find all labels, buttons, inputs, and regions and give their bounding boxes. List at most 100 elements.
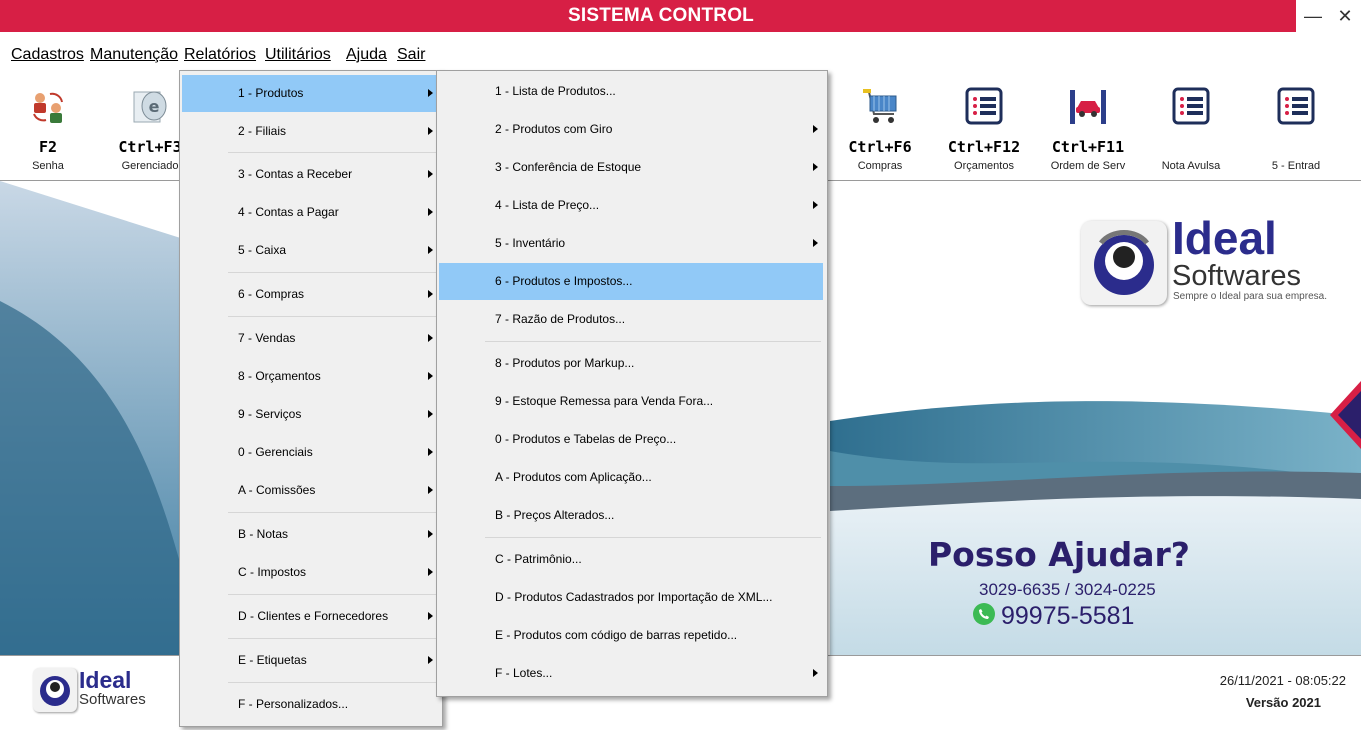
ideal-eye-icon [1094, 230, 1154, 295]
submenu-arrow-icon [813, 163, 818, 171]
menu-item-label: 6 - Produtos e Impostos... [495, 274, 633, 288]
contact-phones: 3029-6635 / 3024-0225 [979, 580, 1156, 599]
menu-item-caixa[interactable]: 5 - Caixa [182, 232, 438, 269]
submenu-arrow-icon [428, 208, 433, 216]
submenu-item-codigo-barras-repetido[interactable]: E - Produtos com código de barras repeti… [439, 617, 823, 654]
list-document-icon [965, 87, 1003, 125]
menu-item-gerenciais[interactable]: 0 - Gerenciais [182, 434, 438, 471]
menu-item-label: A - Produtos com Aplicação... [495, 470, 652, 484]
close-button[interactable]: ✕ [1329, 0, 1361, 32]
menu-item-etiquetas[interactable]: E - Etiquetas [182, 642, 438, 679]
menu-item-clientes-fornecedores[interactable]: D - Clientes e Fornecedores [182, 598, 438, 635]
ideal-eye-icon [40, 676, 70, 706]
menu-utilitarios[interactable]: Utilitários [265, 46, 331, 64]
submenu-item-produtos-aplicacao[interactable]: A - Produtos com Aplicação... [439, 459, 823, 496]
submenu-item-razao-produtos[interactable]: 7 - Razão de Produtos... [439, 301, 823, 338]
menu-relatorios[interactable]: Relatórios [184, 46, 256, 64]
help-headline: Posso Ajudar? [928, 535, 1190, 574]
submenu-item-conferencia-estoque[interactable]: 3 - Conferência de Estoque [439, 149, 823, 186]
menu-item-label: 8 - Produtos por Markup... [495, 356, 635, 370]
ideal-logo-emblem [1081, 221, 1167, 305]
menu-separator [228, 272, 436, 273]
menu-item-label: 9 - Serviços [238, 407, 302, 421]
menu-separator [485, 537, 821, 538]
menu-item-filiais[interactable]: 2 - Filiais [182, 113, 438, 150]
submenu-item-precos-alterados[interactable]: B - Preços Alterados... [439, 497, 823, 534]
submenu-arrow-icon [813, 239, 818, 247]
submenu-item-produtos-importacao-xml[interactable]: D - Produtos Cadastrados por Importação … [439, 579, 823, 616]
submenu-arrow-icon [428, 486, 433, 494]
submenu-arrow-icon [813, 669, 818, 677]
menu-label: Utilitários [265, 46, 331, 63]
submenu-arrow-icon [428, 170, 433, 178]
menu-manutencao[interactable]: Manutenção [90, 46, 178, 64]
menu-item-label: 3 - Conferência de Estoque [495, 160, 642, 174]
menu-label: Manutenção [90, 46, 179, 63]
menu-item-label: 5 - Caixa [238, 243, 287, 257]
menu-label: Relatórios [184, 46, 257, 63]
footer-brand-softwares: Softwares [79, 691, 146, 708]
menu-item-label: 1 - Lista de Produtos... [495, 84, 616, 98]
menu-item-orcamentos[interactable]: 8 - Orçamentos [182, 358, 438, 395]
svg-text:e: e [149, 97, 160, 116]
toolbar-entrada-label: 5 - Entrad [1271, 160, 1321, 172]
submenu-item-lista-preco[interactable]: 4 - Lista de Preço... [439, 187, 823, 224]
submenu-item-patrimonio[interactable]: C - Patrimônio... [439, 541, 823, 578]
menu-item-label: 4 - Lista de Preço... [495, 198, 600, 212]
footer-datetime: 26/11/2021 - 08:05:22 [1219, 673, 1346, 688]
submenu-item-produtos-tabelas-preco[interactable]: 0 - Produtos e Tabelas de Preço... [439, 421, 823, 458]
menu-item-label: F - Personalizados... [238, 697, 349, 711]
menu-item-vendas[interactable]: 7 - Vendas [182, 320, 438, 357]
menu-item-personalizados[interactable]: F - Personalizados... [182, 686, 438, 723]
menu-item-label: E - Etiquetas [238, 653, 307, 667]
produtos-submenu: 1 - Lista de Produtos... 2 - Produtos co… [436, 70, 828, 697]
menu-separator [485, 341, 821, 342]
menu-item-impostos[interactable]: C - Impostos [182, 554, 438, 591]
menu-cadastros[interactable]: Cadastros [11, 46, 84, 64]
menu-label: Ajuda [346, 46, 387, 63]
menu-separator [228, 682, 436, 683]
menu-item-label: E - Produtos com código de barras repeti… [495, 628, 738, 642]
footer-version: Versão 2021 [1245, 695, 1321, 710]
menu-item-contas-receber[interactable]: 3 - Contas a Receber [182, 156, 438, 193]
menu-separator [228, 512, 436, 513]
submenu-item-produtos-markup[interactable]: 8 - Produtos por Markup... [439, 345, 823, 382]
menu-item-compras[interactable]: 6 - Compras [182, 276, 438, 313]
menu-item-label: 4 - Contas a Pagar [238, 205, 339, 219]
menu-item-label: 0 - Gerenciais [238, 445, 313, 459]
menu-item-produtos[interactable]: 1 - Produtos [182, 75, 438, 112]
submenu-item-lista-produtos[interactable]: 1 - Lista de Produtos... [439, 73, 823, 110]
submenu-item-lotes[interactable]: F - Lotes... [439, 655, 823, 692]
footer-logo-emblem [33, 668, 77, 712]
submenu-arrow-icon [428, 334, 433, 342]
users-swap-icon [33, 92, 63, 123]
menu-item-label: 1 - Produtos [238, 86, 304, 100]
list-document-icon [1172, 87, 1210, 125]
toolbar-ordem-servico-key: Ctrl+F11 [1051, 138, 1125, 156]
menu-item-contas-pagar[interactable]: 4 - Contas a Pagar [182, 194, 438, 231]
submenu-arrow-icon [428, 568, 433, 576]
submenu-item-produtos-giro[interactable]: 2 - Produtos com Giro [439, 111, 823, 148]
menu-item-label: 7 - Vendas [238, 331, 296, 345]
menu-item-label: B - Preços Alterados... [495, 508, 615, 522]
submenu-arrow-icon [813, 201, 818, 209]
brand-tagline: Sempre o Ideal para sua empresa. [1173, 291, 1327, 302]
menu-item-label: 2 - Produtos com Giro [495, 122, 613, 136]
menu-item-label: B - Notas [238, 527, 289, 541]
submenu-item-inventario[interactable]: 5 - Inventário [439, 225, 823, 262]
submenu-arrow-icon [428, 372, 433, 380]
menu-item-label: 8 - Orçamentos [238, 369, 321, 383]
minimize-button[interactable]: — [1297, 0, 1329, 32]
menu-item-notas[interactable]: B - Notas [182, 516, 438, 553]
submenu-item-estoque-remessa[interactable]: 9 - Estoque Remessa para Venda Fora... [439, 383, 823, 420]
menu-item-comissoes[interactable]: A - Comissões [182, 472, 438, 509]
menu-item-servicos[interactable]: 9 - Serviços [182, 396, 438, 433]
submenu-arrow-icon [428, 612, 433, 620]
menu-label: Sair [397, 46, 426, 63]
submenu-item-produtos-impostos[interactable]: 6 - Produtos e Impostos... [439, 263, 823, 300]
menu-separator [228, 152, 436, 153]
toolbar-entrada-button[interactable]: 5 - Entrad [1246, 72, 1346, 180]
menu-sair[interactable]: Sair [397, 46, 425, 64]
menu-ajuda[interactable]: Ajuda [346, 46, 387, 64]
menu-separator [228, 316, 436, 317]
